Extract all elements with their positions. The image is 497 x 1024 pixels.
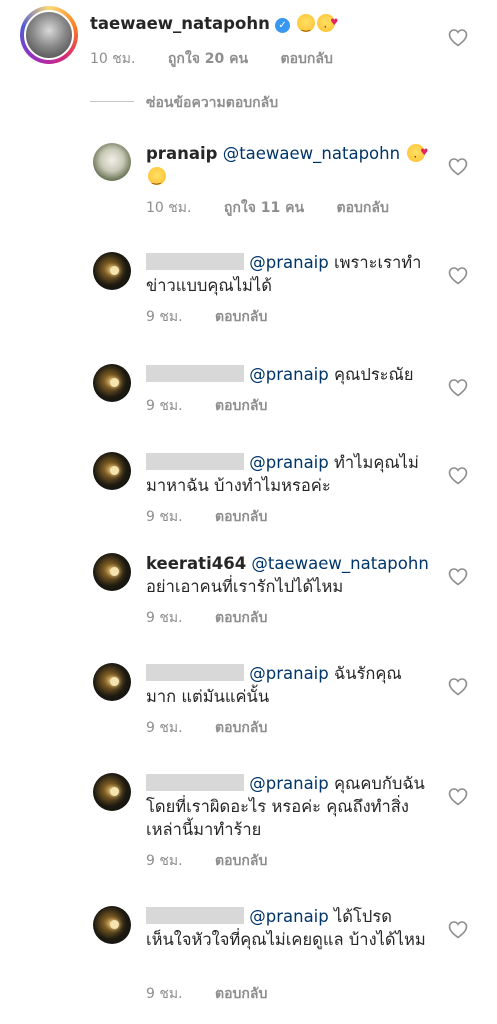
kiss-emoji-icon: [317, 12, 338, 39]
comment-text: @pranaip เพราะเราทำข่าวแบบคุณไม่ได้: [146, 251, 431, 297]
avatar[interactable]: [93, 773, 131, 811]
reply-button[interactable]: ตอบกลับ: [215, 720, 267, 736]
mention-link[interactable]: @taewaew_natapohn: [223, 144, 400, 163]
avatar[interactable]: [93, 663, 131, 701]
reply-button[interactable]: ตอบกลับ: [215, 509, 267, 525]
avatar[interactable]: [93, 553, 131, 591]
redacted-username: [146, 365, 244, 382]
comment-text: taewaew_natapohn ✓: [90, 12, 430, 39]
avatar[interactable]: [93, 143, 131, 181]
kiss-emoji-icon: [407, 142, 428, 169]
comment-meta: 9 ชม. ตอบกลับ: [146, 506, 295, 528]
comment-username[interactable]: pranaip: [146, 144, 217, 163]
comment-likes[interactable]: ถูกใจ 20 คน: [168, 51, 248, 67]
mention-link[interactable]: @pranaip: [249, 453, 329, 472]
comment-text: @pranaip ทำไมคุณไม่มาหาฉัน บ้างทำไมหรอค่…: [146, 451, 431, 497]
like-heart-icon[interactable]: [448, 266, 468, 286]
comment-meta: 9 ชม. ตอบกลับ: [146, 306, 295, 328]
comment-time: 10 ชม.: [146, 200, 192, 216]
reply-button[interactable]: ตอบกลับ: [215, 398, 267, 414]
avatar[interactable]: [93, 364, 131, 402]
comment-time: 9 ชม.: [146, 610, 183, 626]
mention-link[interactable]: @pranaip: [249, 365, 329, 384]
comment-text: @pranaip ได้โปรดเห็นใจหัวใจที่คุณไม่เคยด…: [146, 905, 431, 951]
comment-body: อย่าเอาคนที่เรารักไปได้ไหม: [146, 577, 344, 596]
avatar[interactable]: [20, 6, 78, 64]
comment-text: @pranaip คุณประณัย: [146, 363, 431, 386]
like-heart-icon[interactable]: [448, 378, 468, 398]
redacted-username: [146, 253, 244, 270]
comment-time: 9 ชม.: [146, 398, 183, 414]
comment-time: 9 ชม.: [146, 720, 183, 736]
smile-emoji-icon: [297, 14, 316, 37]
comment-body: คุณประณัย: [334, 365, 414, 384]
reply-button[interactable]: ตอบกลับ: [215, 986, 267, 1002]
redacted-username: [146, 453, 244, 470]
avatar[interactable]: [93, 452, 131, 490]
comment-time: 10 ชม.: [90, 51, 136, 67]
comment-username[interactable]: taewaew_natapohn: [90, 14, 270, 33]
redacted-username: [146, 664, 244, 681]
avatar-image: [24, 10, 74, 60]
comment-text: @pranaip คุณคบกับฉัน โดยที่เราผิดอะไร หร…: [146, 772, 431, 841]
mention-link[interactable]: @pranaip: [249, 253, 329, 272]
mention-link[interactable]: @pranaip: [249, 907, 329, 926]
comment-time: 9 ชม.: [146, 853, 183, 869]
mention-link[interactable]: @pranaip: [249, 774, 329, 793]
comment-meta: 9 ชม. ตอบกลับ: [146, 717, 295, 739]
reply-button[interactable]: ตอบกลับ: [215, 610, 267, 626]
verified-badge-icon: ✓: [275, 18, 291, 33]
like-heart-icon[interactable]: [448, 677, 468, 697]
comment-meta: 9 ชม. ตอบกลับ: [146, 607, 295, 629]
comment-time: 9 ชม.: [146, 509, 183, 525]
main-comment: taewaew_natapohn ✓ 10 ชม. ถูกใจ 20 คน ตอ…: [0, 0, 497, 80]
reply-button[interactable]: ตอบกลับ: [281, 51, 333, 67]
reply-button[interactable]: ตอบกลับ: [215, 853, 267, 869]
mention-link[interactable]: @pranaip: [249, 664, 329, 683]
like-heart-icon[interactable]: [448, 28, 468, 48]
mention-link[interactable]: @taewaew_natapohn: [251, 554, 428, 573]
comment-time: 9 ชม.: [146, 309, 183, 325]
redacted-username: [146, 907, 244, 924]
comment-text: @pranaip ฉันรักคุณมาก แต่มันแค่นั้น: [146, 662, 431, 708]
reply-button[interactable]: ตอบกลับ: [215, 309, 267, 325]
like-heart-icon[interactable]: [448, 157, 468, 177]
avatar[interactable]: [93, 906, 131, 944]
comment-text: keerati464 @taewaew_natapohn อย่าเอาคนที…: [146, 552, 431, 598]
like-heart-icon[interactable]: [448, 567, 468, 587]
hide-replies-button[interactable]: ซ่อนข้อความตอบกลับ: [90, 92, 278, 114]
comment-meta: 9 ชม. ตอบกลับ: [146, 850, 295, 872]
smile-emoji-icon: [148, 167, 166, 190]
comment-meta: 9 ชม. ตอบกลับ: [146, 983, 295, 1005]
avatar[interactable]: [93, 252, 131, 290]
comment-meta: 10 ชม. ถูกใจ 11 คน ตอบกลับ: [146, 197, 417, 219]
comment-likes[interactable]: ถูกใจ 11 คน: [224, 200, 304, 216]
comment-text: pranaip @taewaew_natapohn: [146, 142, 431, 190]
redacted-username: [146, 774, 244, 791]
like-heart-icon[interactable]: [448, 787, 468, 807]
like-heart-icon[interactable]: [448, 466, 468, 486]
comment-time: 9 ชม.: [146, 986, 183, 1002]
comment-meta: 10 ชม. ถูกใจ 20 คน ตอบกลับ: [90, 48, 361, 70]
comment-username[interactable]: keerati464: [146, 554, 246, 573]
reply-button[interactable]: ตอบกลับ: [337, 200, 389, 216]
like-heart-icon[interactable]: [448, 920, 468, 940]
comment-meta: 9 ชม. ตอบกลับ: [146, 395, 295, 417]
